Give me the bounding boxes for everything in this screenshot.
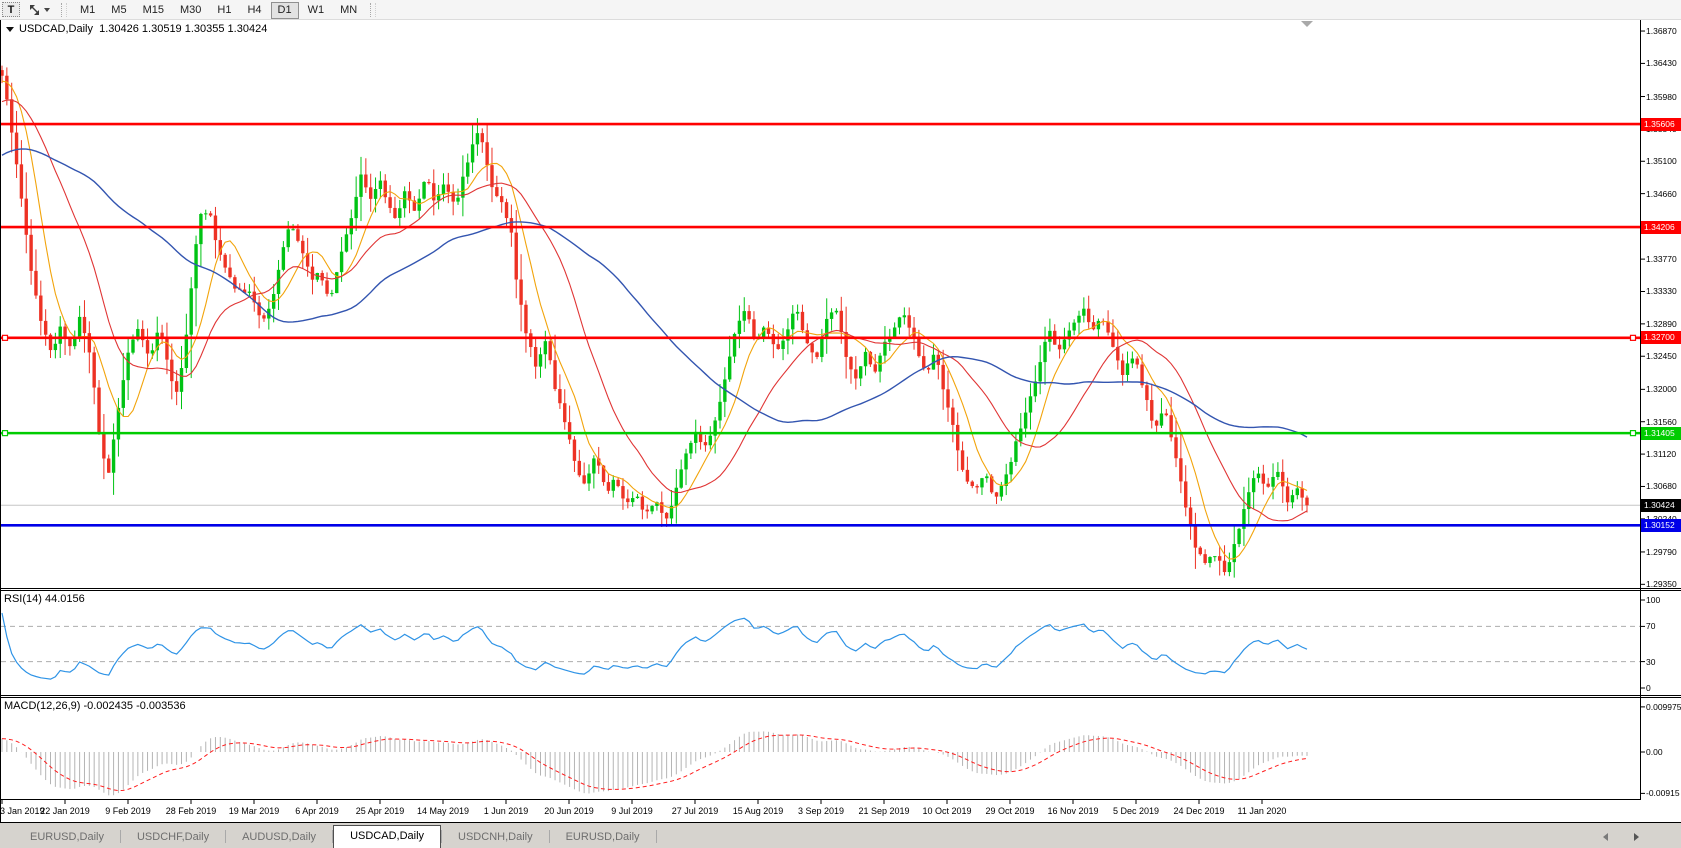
arrows-icon	[28, 4, 41, 16]
rsi-indicator-label: RSI(14) 44.0156	[4, 593, 85, 605]
hline-price-tag[interactable]: 1.35606	[1641, 118, 1681, 131]
date-axis-label: 20 Jun 2019	[544, 806, 594, 816]
chart-ohlc-values: 1.30426 1.30519 1.30355 1.30424	[99, 23, 267, 35]
price-axis-tick: 1.33330	[1646, 285, 1677, 297]
date-axis-label: 9 Feb 2019	[105, 806, 151, 816]
price-axis-tick: 1.32890	[1646, 318, 1677, 330]
timeframe-group: M1M5M15M30H1H4D1W1MN	[72, 0, 365, 19]
date-axis-label: 27 Jul 2019	[672, 806, 719, 816]
hline-price-tag[interactable]: 1.32700	[1641, 331, 1681, 344]
date-axis-label: 11 Jan 2020	[1238, 806, 1287, 816]
chart-overlays: USDCAD,Daily 1.30426 1.30519 1.30355 1.3…	[0, 0, 1681, 848]
current-price-tag: 1.30424	[1641, 499, 1681, 512]
timeframe-w1[interactable]: W1	[301, 2, 332, 19]
rsi-axis-tick: 100	[1646, 594, 1660, 606]
date-axis-label: 1 Jun 2019	[484, 806, 529, 816]
date-axis-label: 16 Nov 2019	[1047, 806, 1098, 816]
timeframe-mn[interactable]: MN	[333, 2, 364, 19]
date-axis-label: 14 May 2019	[417, 806, 469, 816]
toolbar-separator	[370, 3, 376, 17]
date-axis-label: 29 Oct 2019	[985, 806, 1034, 816]
toolbar-separator	[61, 3, 67, 17]
trading-terminal-window: T M1M5M15M30H1H4D1W1MN USDCAD,Daily 1.30…	[0, 0, 1681, 848]
timeframe-d1[interactable]: D1	[271, 2, 299, 19]
timeframe-m1[interactable]: M1	[73, 2, 102, 19]
hline-price-tag[interactable]: 1.30152	[1641, 519, 1681, 532]
date-axis-label: 19 Mar 2019	[229, 806, 280, 816]
macd-axis-tick: 0.00	[1646, 746, 1663, 758]
date-axis-label: 28 Feb 2019	[166, 806, 217, 816]
tab-usdcad-daily[interactable]: USDCAD,Daily	[333, 825, 441, 848]
timeframe-h4[interactable]: H4	[240, 2, 268, 19]
macd-axis-tick: 0.009975	[1646, 701, 1681, 713]
timeframe-m30[interactable]: M30	[173, 2, 208, 19]
price-axis-tick: 1.30680	[1646, 480, 1677, 492]
price-axis-tick: 1.29350	[1646, 578, 1677, 590]
macd-indicator-label: MACD(12,26,9) -0.002435 -0.003536	[4, 700, 186, 712]
tab-scroll-left-icon[interactable]	[1603, 833, 1608, 841]
symbol-dropdown-icon[interactable]	[6, 27, 14, 32]
chart-tabs: EURUSD,DailyUSDCHF,DailyAUDUSD,DailyUSDC…	[0, 823, 657, 848]
price-axis-tick: 1.35980	[1646, 91, 1677, 103]
tab-usdcnh-daily[interactable]: USDCNH,Daily	[442, 827, 549, 848]
date-axis-label: 3 Sep 2019	[798, 806, 844, 816]
date-axis-label: 15 Aug 2019	[733, 806, 784, 816]
date-axis-label: 25 Apr 2019	[356, 806, 405, 816]
chart-title: USDCAD,Daily 1.30426 1.30519 1.30355 1.3…	[6, 23, 267, 35]
price-axis-tick: 1.32450	[1646, 350, 1677, 362]
timeframe-m5[interactable]: M5	[104, 2, 133, 19]
toolbar: T M1M5M15M30H1H4D1W1MN	[0, 0, 1681, 20]
date-axis-label: 9 Jul 2019	[611, 806, 653, 816]
timeframe-m15[interactable]: M15	[136, 2, 171, 19]
rsi-axis-tick: 0	[1646, 682, 1651, 694]
rsi-axis-tick: 70	[1646, 620, 1655, 632]
tab-usdchf-daily[interactable]: USDCHF,Daily	[121, 827, 225, 848]
macd-axis-tick: -0.00915	[1646, 787, 1680, 799]
date-axis-label: 3 Jan 2019	[0, 806, 45, 816]
tab-scroll-arrows	[1603, 833, 1639, 841]
price-axis-tick: 1.33770	[1646, 253, 1677, 265]
rsi-axis-tick: 30	[1646, 656, 1655, 668]
hline-price-tag[interactable]: 1.34206	[1641, 221, 1681, 234]
price-axis-tick: 1.34660	[1646, 188, 1677, 200]
date-axis-label: 6 Apr 2019	[295, 806, 339, 816]
tab-divider	[656, 830, 657, 843]
hline-price-tag[interactable]: 1.31405	[1641, 427, 1681, 440]
timeframe-h1[interactable]: H1	[210, 2, 238, 19]
price-axis-tick: 1.31120	[1646, 448, 1676, 460]
price-axis-tick: 1.35100	[1646, 155, 1677, 167]
date-axis-label: 5 Dec 2019	[1113, 806, 1159, 816]
tab-eurusd-daily[interactable]: EURUSD,Daily	[550, 827, 656, 848]
text-tool-button[interactable]: T	[2, 2, 20, 17]
price-axis-tick: 1.36870	[1646, 25, 1677, 37]
date-axis-label: 21 Sep 2019	[858, 806, 909, 816]
date-axis-label: 22 Jan 2019	[40, 806, 90, 816]
price-axis-tick: 1.36430	[1646, 57, 1677, 69]
tab-eurusd-daily[interactable]: EURUSD,Daily	[14, 827, 120, 848]
dropdown-caret-icon	[44, 8, 50, 12]
price-axis-tick: 1.32000	[1646, 383, 1677, 395]
chart-symbol-label: USDCAD,Daily	[19, 23, 93, 35]
tab-audusd-daily[interactable]: AUDUSD,Daily	[226, 827, 332, 848]
date-axis-label: 10 Oct 2019	[922, 806, 971, 816]
date-axis-label: 24 Dec 2019	[1173, 806, 1224, 816]
tab-scroll-right-icon[interactable]	[1634, 833, 1639, 841]
price-axis-tick: 1.29790	[1646, 546, 1677, 558]
arrows-tool-button[interactable]	[24, 2, 54, 17]
chart-tabs-bar: EURUSD,DailyUSDCHF,DailyAUDUSD,DailyUSDC…	[0, 823, 1681, 848]
